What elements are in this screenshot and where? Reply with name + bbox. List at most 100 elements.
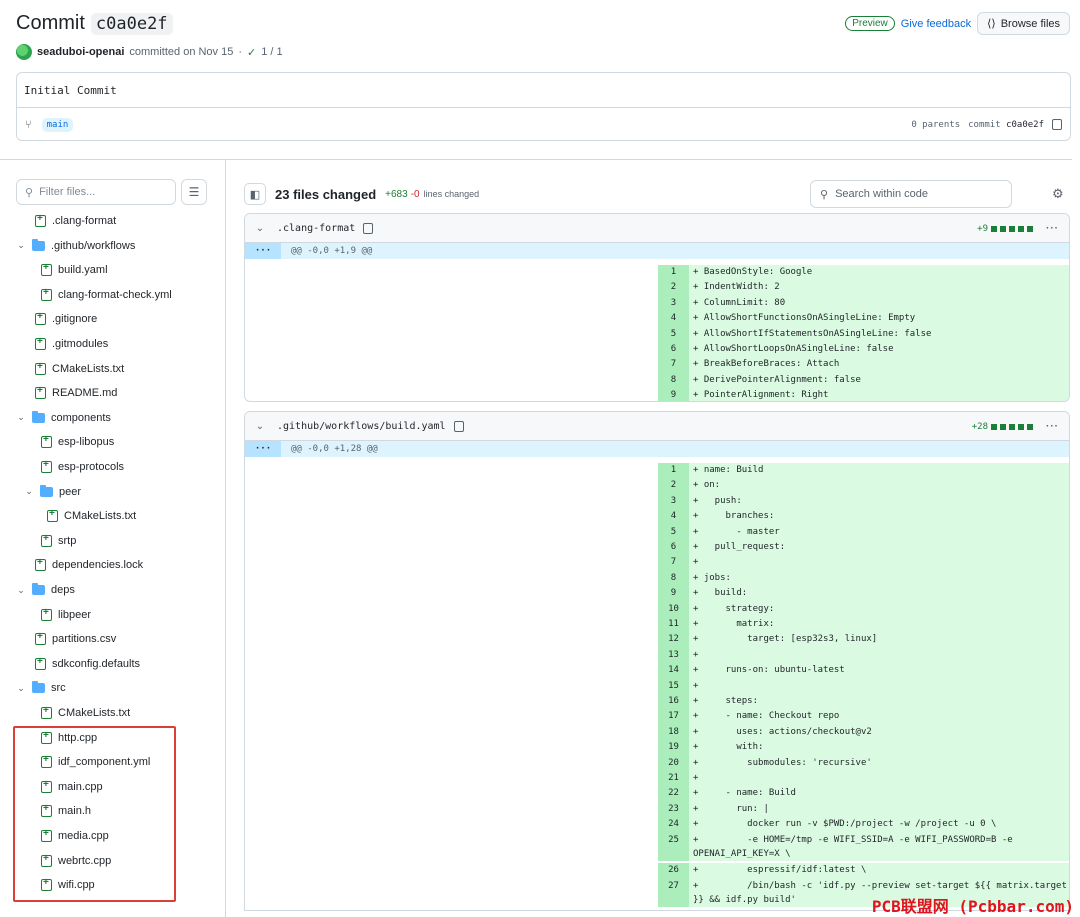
copy-icon[interactable] bbox=[453, 420, 464, 432]
line-number[interactable]: 9 bbox=[658, 586, 689, 602]
kebab-menu-icon[interactable]: ··· bbox=[1046, 223, 1059, 234]
line-number[interactable]: 21 bbox=[658, 771, 689, 787]
line-number[interactable]: 1 bbox=[658, 265, 689, 281]
tree-file[interactable]: esp-protocols bbox=[41, 456, 124, 478]
line-number[interactable]: 10 bbox=[658, 601, 689, 617]
file-added-icon bbox=[35, 557, 46, 572]
line-number[interactable]: 4 bbox=[658, 311, 689, 327]
line-number[interactable]: 19 bbox=[658, 740, 689, 756]
line-code: + IndentWidth: 2 bbox=[689, 280, 1069, 296]
line-number[interactable]: 9 bbox=[658, 388, 689, 401]
diff-line: 7 + bbox=[658, 555, 1069, 571]
copy-icon[interactable] bbox=[363, 222, 374, 234]
tree-folder[interactable]: ⌄ .github/workflows bbox=[16, 235, 135, 257]
diff-file: ⌄ .clang-format +9 ··· ··· @@ -0,0 +1,9 @@ 1 + … bbox=[244, 213, 1070, 402]
toggle-tree-button[interactable]: ◧ bbox=[244, 183, 266, 205]
tree-file[interactable]: CMakeLists.txt bbox=[41, 702, 130, 724]
tree-file[interactable]: .gitignore bbox=[35, 308, 97, 330]
tree-file[interactable]: libpeer bbox=[41, 604, 91, 626]
tree-file[interactable]: CMakeLists.txt bbox=[47, 505, 136, 527]
tree-file[interactable]: .clang-format bbox=[35, 210, 116, 232]
line-number[interactable]: 18 bbox=[658, 724, 689, 741]
give-feedback-link[interactable]: Give feedback bbox=[901, 18, 971, 30]
checks-count[interactable]: 1 / 1 bbox=[261, 46, 282, 58]
tree-file[interactable]: dependencies.lock bbox=[35, 554, 143, 576]
line-number[interactable]: 27 bbox=[658, 878, 689, 907]
tree-file[interactable]: esp-libopus bbox=[41, 431, 114, 453]
gear-icon[interactable]: ⚙ bbox=[1052, 186, 1064, 202]
branch-info: ⑂ main bbox=[25, 117, 74, 132]
tree-item-label: esp-libopus bbox=[58, 436, 115, 449]
file-added-icon bbox=[41, 262, 52, 277]
diff-line: 3 + push: bbox=[658, 493, 1069, 510]
line-number[interactable]: 7 bbox=[658, 555, 689, 571]
filter-files-input[interactable]: ⚲ Filter files... bbox=[16, 179, 176, 205]
diff-file: ⌄ .github/workflows/build.yaml +28 ··· ··· @@… bbox=[244, 411, 1070, 911]
tree-file[interactable]: build.yaml bbox=[41, 259, 108, 281]
folder-icon bbox=[32, 238, 45, 251]
tree-folder[interactable]: ⌄ src bbox=[16, 677, 66, 699]
tree-file[interactable]: CMakeLists.txt bbox=[35, 358, 124, 380]
line-number[interactable]: 8 bbox=[658, 372, 689, 389]
avatar[interactable] bbox=[16, 44, 32, 60]
tree-folder[interactable]: ⌄ peer bbox=[24, 481, 81, 503]
tree-file[interactable]: README.md bbox=[35, 382, 117, 404]
line-number[interactable]: 2 bbox=[658, 478, 689, 494]
filter-options-button[interactable]: ☰ bbox=[181, 179, 207, 205]
diff-file-name[interactable]: .clang-format bbox=[277, 223, 355, 234]
copy-icon[interactable] bbox=[1052, 119, 1062, 130]
expand-icon[interactable]: ··· bbox=[245, 243, 281, 259]
chevron-down-icon[interactable]: ⌄ bbox=[24, 486, 34, 497]
branch-icon: ⑂ bbox=[25, 118, 32, 131]
search-code-input[interactable]: ⚲ Search within code bbox=[810, 180, 1012, 208]
tree-file[interactable]: .gitmodules bbox=[35, 333, 108, 355]
line-number[interactable]: 5 bbox=[658, 524, 689, 540]
tree-folder[interactable]: ⌄ components bbox=[16, 407, 111, 429]
line-number[interactable]: 17 bbox=[658, 709, 689, 725]
chevron-down-icon[interactable]: ⌄ bbox=[16, 585, 26, 596]
author-link[interactable]: seaduboi-openai bbox=[37, 46, 124, 58]
chevron-down-icon[interactable]: ⌄ bbox=[16, 240, 26, 251]
line-number[interactable]: 2 bbox=[658, 280, 689, 296]
line-number[interactable]: 4 bbox=[658, 509, 689, 525]
expand-icon[interactable]: ··· bbox=[245, 441, 281, 457]
line-number[interactable]: 15 bbox=[658, 678, 689, 694]
line-number[interactable]: 6 bbox=[658, 342, 689, 358]
chevron-down-icon[interactable]: ⌄ bbox=[255, 421, 265, 432]
line-number[interactable]: 5 bbox=[658, 326, 689, 342]
line-number[interactable]: 7 bbox=[658, 357, 689, 373]
tree-file[interactable]: sdkconfig.defaults bbox=[35, 653, 140, 675]
line-number[interactable]: 20 bbox=[658, 755, 689, 771]
stat-square bbox=[991, 225, 997, 232]
diff-file-name[interactable]: .github/workflows/build.yaml bbox=[277, 421, 446, 432]
chevron-down-icon[interactable]: ⌄ bbox=[16, 412, 26, 423]
tree-file[interactable]: srtp bbox=[41, 530, 76, 552]
line-number[interactable]: 16 bbox=[658, 694, 689, 710]
line-number[interactable]: 24 bbox=[658, 817, 689, 833]
chevron-down-icon[interactable]: ⌄ bbox=[16, 683, 26, 694]
line-number[interactable]: 13 bbox=[658, 647, 689, 664]
line-number[interactable]: 3 bbox=[658, 493, 689, 510]
tree-file[interactable]: clang-format-check.yml bbox=[41, 284, 172, 306]
line-number[interactable]: 3 bbox=[658, 295, 689, 312]
line-code: + submodules: 'recursive' bbox=[689, 755, 1069, 771]
line-number[interactable]: 11 bbox=[658, 617, 689, 633]
line-number[interactable]: 23 bbox=[658, 801, 689, 818]
diff-line: 6 + pull_request: bbox=[658, 540, 1069, 556]
tree-file[interactable]: partitions.csv bbox=[35, 628, 116, 650]
line-number[interactable]: 6 bbox=[658, 540, 689, 556]
line-number[interactable]: 8 bbox=[658, 570, 689, 587]
kebab-menu-icon[interactable]: ··· bbox=[1046, 421, 1059, 432]
browse-files-button[interactable]: ⟨⟩ Browse files bbox=[977, 12, 1070, 35]
line-number[interactable]: 12 bbox=[658, 632, 689, 648]
line-number[interactable]: 22 bbox=[658, 786, 689, 802]
branch-pill[interactable]: main bbox=[41, 117, 74, 132]
diff-line: 7 + BreakBeforeBraces: Attach bbox=[658, 357, 1069, 373]
line-number[interactable]: 25 bbox=[658, 832, 689, 861]
diff-line: 21 + bbox=[658, 771, 1069, 787]
line-number[interactable]: 14 bbox=[658, 663, 689, 679]
chevron-down-icon[interactable]: ⌄ bbox=[255, 223, 265, 234]
line-number[interactable]: 1 bbox=[658, 463, 689, 479]
line-number[interactable]: 26 bbox=[658, 863, 689, 879]
tree-folder[interactable]: ⌄ deps bbox=[16, 579, 75, 601]
